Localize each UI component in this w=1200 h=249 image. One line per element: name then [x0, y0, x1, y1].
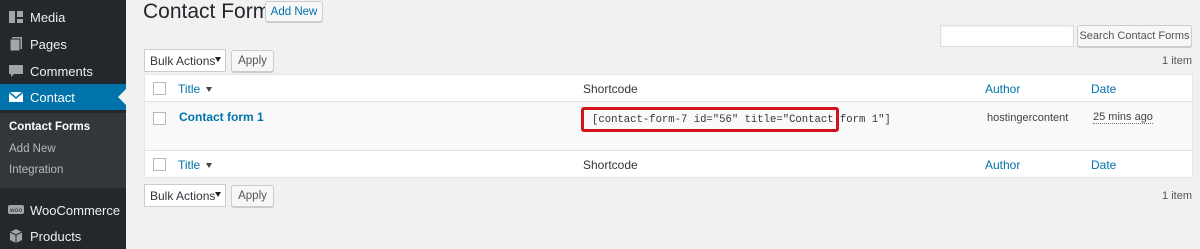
sort-arrow-icon — [206, 162, 213, 168]
comments-icon — [8, 63, 24, 79]
column-title-label: Title — [178, 82, 201, 96]
table-row: Contact form 1 [contact-form-7 id="56" t… — [145, 102, 1192, 150]
pages-icon — [8, 36, 24, 52]
bulk-actions-select-top[interactable]: Bulk Actions — [144, 49, 226, 72]
contact-forms-table: Title Shortcode Author Date Contact form… — [144, 74, 1193, 178]
select-all-checkbox-bottom[interactable] — [153, 158, 166, 171]
column-date[interactable]: Date — [1091, 82, 1116, 96]
chevron-down-icon — [215, 192, 221, 197]
sort-arrow-icon — [206, 86, 213, 92]
sidebar-item-label: Comments — [30, 63, 93, 79]
search-contact-forms-button[interactable]: Search Contact Forms — [1077, 25, 1192, 47]
sidebar-item-label: Media — [30, 9, 66, 25]
sidebar-item-media[interactable]: Media — [0, 4, 126, 30]
table-header-row: Title Shortcode Author Date — [145, 75, 1192, 102]
admin-sidebar: Media Pages Comments Contact Contact For… — [0, 0, 126, 249]
bulk-actions-value: Bulk Actions — [150, 188, 216, 203]
products-icon — [8, 228, 24, 244]
shortcode-value[interactable]: [contact-form-7 id="56" title="Contact f… — [592, 114, 891, 126]
page-title: Contact Forms — [143, 0, 281, 23]
svg-text:woo: woo — [10, 207, 23, 214]
sidebar-item-label: Products — [30, 228, 82, 244]
item-count-top: 1 item — [1162, 55, 1192, 67]
mail-icon — [8, 89, 24, 105]
sidebar-item-woocommerce[interactable]: woo WooCommerce — [0, 197, 126, 223]
column-date-bottom[interactable]: Date — [1091, 158, 1116, 172]
apply-button-bottom[interactable]: Apply — [231, 185, 274, 207]
date-value: 25 mins ago — [1093, 111, 1153, 124]
author-value: hostingercontent — [987, 112, 1069, 124]
apply-button-top[interactable]: Apply — [231, 50, 274, 72]
add-new-button[interactable]: Add New — [265, 1, 323, 22]
submenu-contact-forms[interactable]: Contact Forms — [9, 121, 90, 133]
sidebar-item-products[interactable]: Products — [0, 223, 126, 249]
submenu-add-new[interactable]: Add New — [9, 143, 56, 155]
sidebar-item-comments[interactable]: Comments — [0, 58, 126, 84]
form-title-link[interactable]: Contact form 1 — [179, 110, 264, 124]
sidebar-item-label: WooCommerce — [30, 202, 121, 218]
table-footer-row: Title Shortcode Author Date — [145, 150, 1192, 177]
select-all-checkbox[interactable] — [153, 82, 166, 95]
column-author[interactable]: Author — [985, 82, 1020, 96]
column-shortcode-bottom: Shortcode — [583, 158, 638, 172]
sidebar-item-label: Contact — [30, 89, 75, 105]
shortcode-highlight: [contact-form-7 id="56" title="Contact f… — [581, 107, 891, 132]
sidebar-item-pages[interactable]: Pages — [0, 31, 126, 57]
column-title-sort-bottom[interactable]: Title — [178, 158, 213, 172]
row-checkbox[interactable] — [153, 112, 166, 125]
submenu-integration[interactable]: Integration — [9, 164, 63, 176]
search-input[interactable] — [940, 25, 1074, 47]
item-count-bottom: 1 item — [1162, 190, 1192, 202]
woocommerce-icon: woo — [8, 202, 24, 218]
chevron-down-icon — [215, 57, 221, 62]
bulk-actions-value: Bulk Actions — [150, 53, 216, 68]
column-title-label: Title — [178, 158, 201, 172]
sidebar-item-label: Pages — [30, 36, 67, 52]
column-author-bottom[interactable]: Author — [985, 158, 1020, 172]
media-icon — [8, 9, 24, 25]
sidebar-item-contact[interactable]: Contact — [0, 84, 126, 110]
column-shortcode: Shortcode — [583, 82, 638, 96]
contact-submenu: Contact Forms Add New Integration — [0, 113, 126, 188]
column-title-sort[interactable]: Title — [178, 82, 213, 96]
bulk-actions-select-bottom[interactable]: Bulk Actions — [144, 184, 226, 207]
